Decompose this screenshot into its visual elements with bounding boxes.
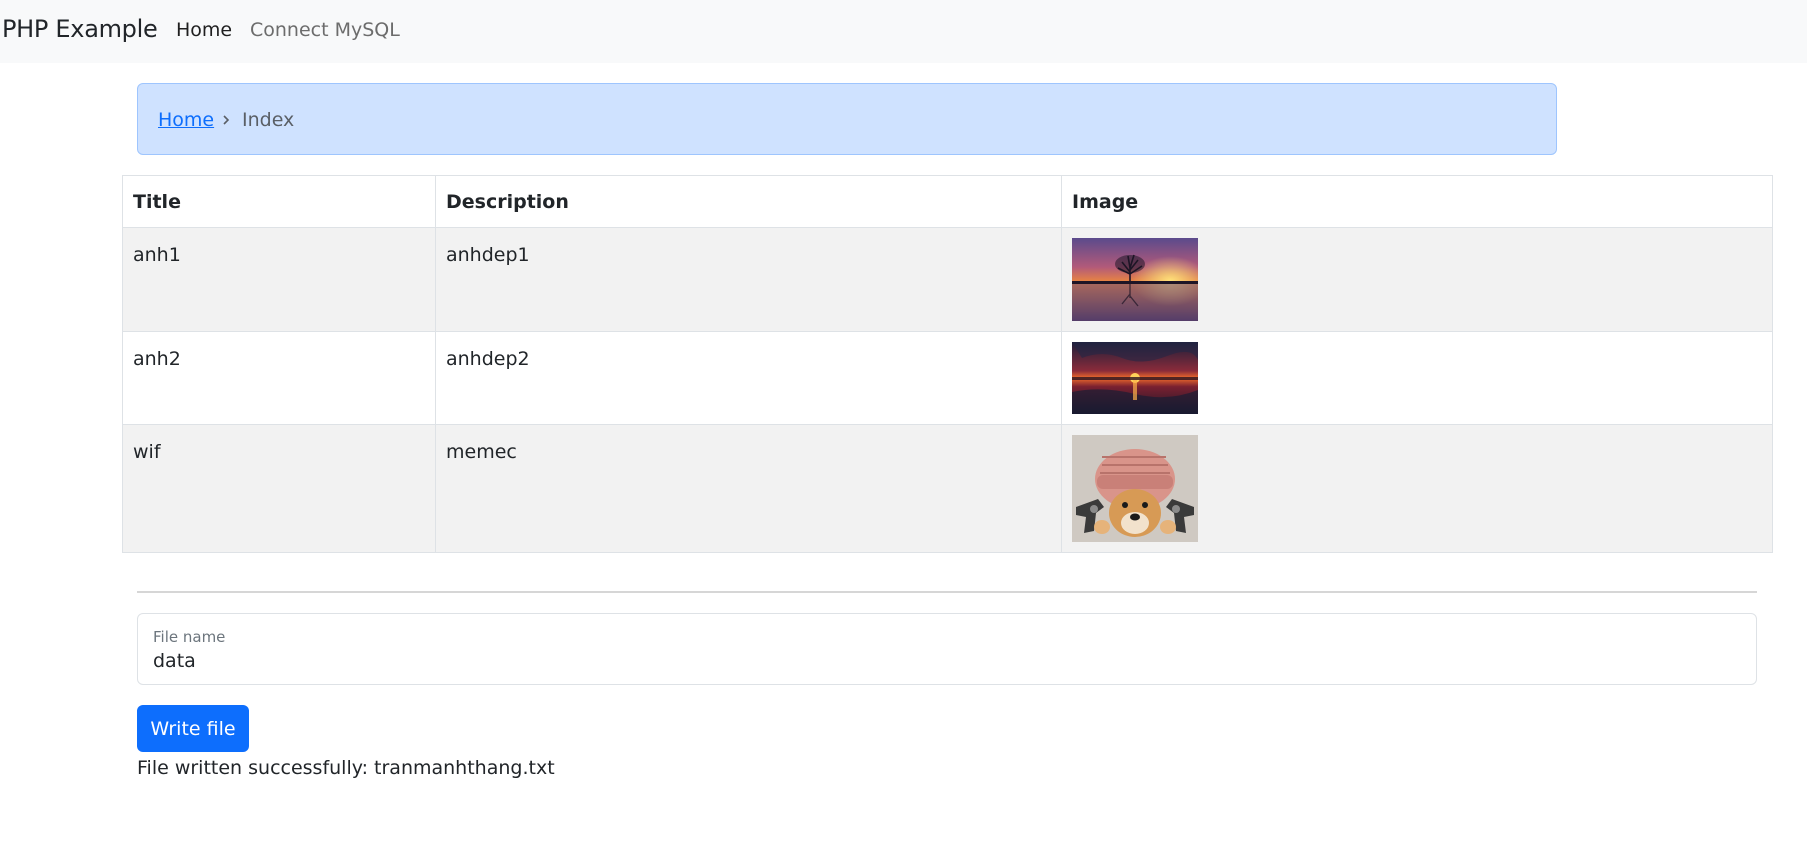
cell-title: wif [122,424,436,553]
nav-link-home[interactable]: Home [176,18,232,42]
images-table: Title Description Image anh1 anhdep1 anh… [122,175,1773,553]
table-row: anh1 anhdep1 [122,227,1773,332]
cell-description: anhdep1 [435,227,1062,332]
write-file-button[interactable]: Write file [137,705,249,752]
table-row: wif memec [122,424,1773,553]
table-header-row: Title Description Image [122,175,1773,228]
cell-description: anhdep2 [435,331,1062,425]
table-row: anh2 anhdep2 [122,331,1773,425]
file-name-field[interactable]: File name [137,613,1757,685]
column-header-description: Description [435,175,1062,228]
status-message: File written successfully: tranmanhthang… [137,757,555,779]
breadcrumb-current: Index [242,109,295,131]
cell-image [1061,331,1773,425]
dog-in-pink-hat-image [1072,435,1198,542]
breadcrumb: Home Index [137,83,1557,155]
divider [137,591,1757,593]
cell-image [1061,227,1773,332]
chevron-right-icon [223,115,230,125]
sunset-tree-reflection-image [1072,238,1198,321]
navbar: PHP Example Home Connect MySQL [0,0,1807,63]
breadcrumb-home-link[interactable]: Home [158,108,214,132]
cell-title: anh1 [122,227,436,332]
sunset-over-water-image [1072,342,1198,414]
cell-image [1061,424,1773,553]
column-header-image: Image [1061,175,1773,228]
cell-title: anh2 [122,331,436,425]
navbar-brand[interactable]: PHP Example [2,14,158,44]
column-header-title: Title [122,175,436,228]
cell-description: memec [435,424,1062,553]
nav-link-connect-mysql[interactable]: Connect MySQL [250,18,400,42]
file-name-input[interactable] [153,649,1733,673]
file-name-label: File name [153,628,226,646]
